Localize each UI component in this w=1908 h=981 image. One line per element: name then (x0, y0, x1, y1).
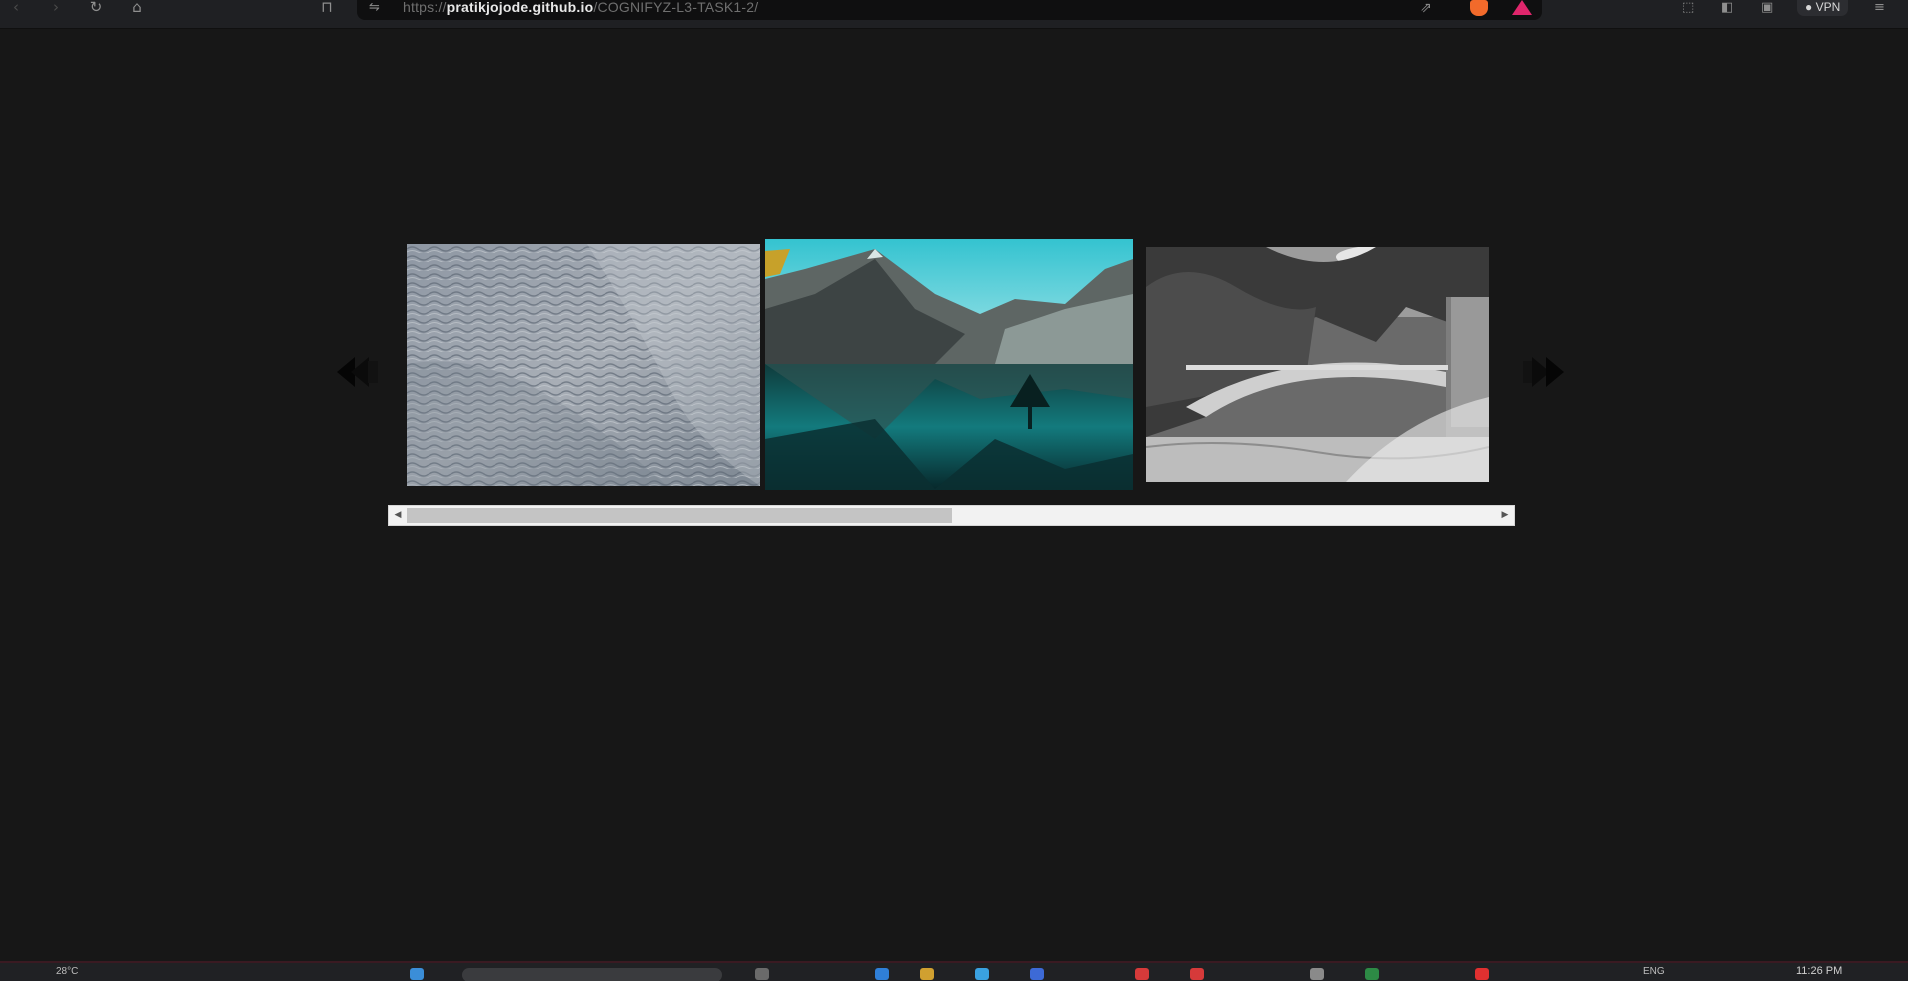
language-indicator[interactable]: ENG (1643, 966, 1665, 977)
clock[interactable]: 11:26 PM (1796, 965, 1842, 977)
carousel-track (407, 236, 1499, 492)
chrome-taskbar-icon[interactable] (1190, 968, 1204, 980)
scroll-right-icon[interactable]: ▶ (1496, 506, 1514, 525)
carousel-scrollbar[interactable]: ◀ ▶ (388, 505, 1515, 526)
task-view-icon[interactable] (755, 968, 769, 980)
slide-mountain-lake[interactable] (765, 239, 1133, 490)
menu-icon[interactable]: ≡ (1874, 0, 1885, 15)
app-icon[interactable] (1030, 968, 1044, 980)
wallet-icon[interactable]: ▣ (1761, 0, 1773, 15)
weather-widget[interactable]: 28°C (56, 966, 78, 977)
taskbar-search[interactable] (462, 968, 722, 981)
browser-window: ‹ › ↻ ⌂ ⊓ ⇋ https://pratikjojode.github.… (0, 0, 1908, 981)
scroll-left-icon[interactable]: ◀ (389, 506, 407, 525)
slide-water-ripples[interactable] (407, 244, 760, 486)
address-bar[interactable]: ⇋ https://pratikjojode.github.io/COGNIFY… (357, 0, 1542, 20)
bookmark-icon[interactable]: ⊓ (317, 0, 337, 15)
store-icon[interactable] (975, 968, 989, 980)
extensions-icon[interactable]: ⬚ (1682, 0, 1694, 15)
back-arrow-icon[interactable]: ‹ (6, 0, 26, 15)
url-text: https://pratikjojode.github.io/COGNIFYZ-… (403, 0, 759, 15)
settings-taskbar-icon[interactable] (1310, 968, 1324, 980)
double-left-arrow-icon (337, 357, 378, 387)
start-icon[interactable] (410, 968, 424, 980)
browser-toolbar: ‹ › ↻ ⌂ ⊓ ⇋ https://pratikjojode.github.… (0, 0, 1908, 29)
sidebar-icon[interactable]: ◧ (1721, 0, 1733, 15)
vscode-taskbar-icon[interactable] (1365, 968, 1379, 980)
scroll-thumb[interactable] (407, 508, 952, 523)
next-button[interactable] (1508, 347, 1568, 397)
reload-icon[interactable]: ↻ (86, 0, 106, 15)
home-icon[interactable]: ⌂ (127, 0, 147, 15)
edge-icon[interactable] (875, 968, 889, 980)
double-right-arrow-icon (1523, 357, 1564, 387)
site-info-icon[interactable]: ⇋ (369, 0, 380, 15)
forward-arrow-icon[interactable]: › (46, 0, 66, 15)
brave-rewards-icon[interactable] (1512, 0, 1532, 15)
os-taskbar: 28°C ENG 11:26 PM (0, 961, 1908, 981)
brave-taskbar-icon[interactable] (1135, 968, 1149, 980)
image-carousel: ◀ ▶ (333, 236, 1573, 536)
youtube-taskbar-icon[interactable] (1475, 968, 1489, 980)
share-icon[interactable]: ⇗ (1420, 0, 1432, 16)
file-explorer-icon[interactable] (920, 968, 934, 980)
prev-button[interactable] (333, 347, 393, 397)
slide-stone-bridge[interactable] (1146, 247, 1489, 482)
vpn-button[interactable]: ● VPN (1797, 0, 1849, 16)
brave-shield-icon[interactable] (1470, 0, 1488, 16)
vpn-label: VPN (1815, 0, 1841, 14)
